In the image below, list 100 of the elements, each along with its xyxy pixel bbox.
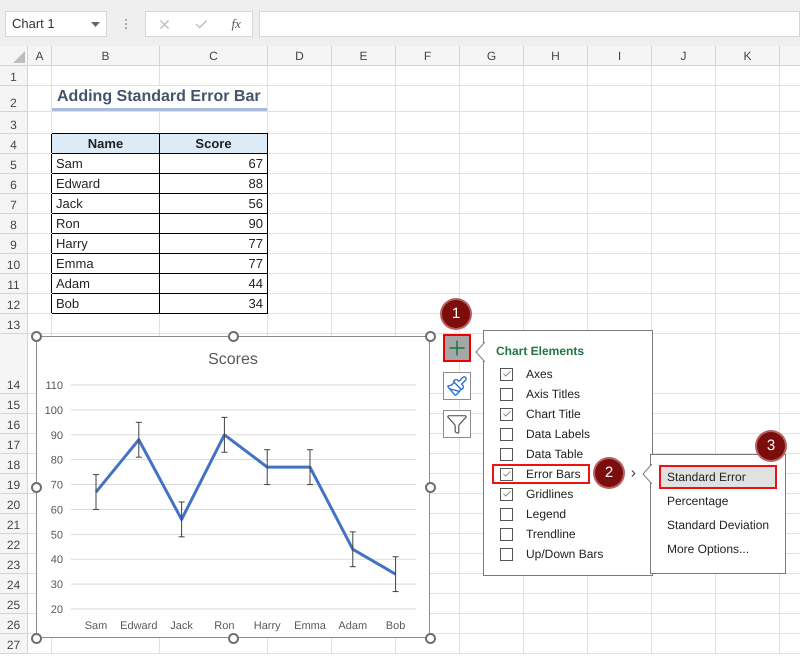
table-header-cell: Name [52, 134, 159, 153]
row-header[interactable]: 12 [0, 294, 28, 313]
checkbox[interactable] [500, 388, 513, 400]
row-header[interactable]: 8 [0, 214, 28, 233]
row-header[interactable]: 15 [0, 394, 28, 413]
row-header[interactable]: 16 [0, 414, 28, 433]
table-header-cell: Score [160, 134, 267, 153]
resize-handle[interactable] [228, 330, 238, 342]
check-icon [502, 369, 512, 379]
row-header[interactable]: 14 [0, 334, 28, 393]
step-badge: 1 [442, 300, 470, 328]
step-badge: 2 [595, 459, 623, 487]
name-box[interactable]: Chart 1 [5, 11, 107, 37]
checkbox[interactable] [500, 488, 513, 500]
axis-label: 80 [50, 454, 63, 467]
panel-title: Chart Elements [495, 343, 586, 359]
column-header[interactable]: A [28, 46, 52, 66]
checkbox[interactable] [500, 408, 513, 420]
row-header[interactable]: 26 [0, 614, 28, 633]
error-bar [349, 531, 356, 568]
chart-element-option[interactable]: Data Table [492, 444, 592, 464]
column-header[interactable]: B [52, 46, 160, 66]
axis-label: 30 [50, 579, 63, 592]
chart-filters-button[interactable] [443, 410, 471, 438]
checkbox[interactable] [500, 548, 513, 560]
error-bar [392, 556, 400, 592]
chart-area[interactable]: Scores 20 30 40 50 60 70 80 90 100 110 Sam Edward Jack Ron Harry Emma Adam Bob [36, 336, 430, 638]
column-header[interactable]: E [332, 46, 396, 66]
axis-label: 50 [50, 529, 63, 542]
checkbox[interactable] [500, 528, 513, 540]
column-header[interactable]: K [716, 46, 780, 66]
chart-element-option[interactable]: Up/Down Bars [492, 544, 612, 564]
error-bar [220, 416, 228, 453]
row-header[interactable]: 9 [0, 234, 28, 253]
row-header[interactable]: 6 [0, 174, 28, 193]
chart-styles-button[interactable] [443, 372, 471, 400]
row-header[interactable]: 11 [0, 274, 28, 293]
axis-label: 70 [50, 480, 63, 492]
axis-label: 40 [50, 554, 63, 566]
submenu-item[interactable]: Percentage [659, 489, 777, 513]
row-header[interactable]: 10 [0, 254, 28, 273]
column-header[interactable]: C [160, 46, 268, 66]
chart-element-option[interactable]: Axis Titles [492, 384, 590, 404]
row-header[interactable]: 4 [0, 134, 28, 153]
row-header[interactable]: 21 [0, 514, 28, 533]
row-header[interactable]: 17 [0, 434, 28, 453]
checkbox[interactable] [500, 508, 513, 520]
checkbox[interactable] [500, 468, 513, 480]
checkbox[interactable] [500, 448, 513, 460]
resize-handle[interactable] [30, 330, 42, 342]
column-header[interactable]: F [396, 46, 460, 66]
axis-label: 110 [45, 380, 63, 392]
dropdown-caret-icon [91, 22, 100, 26]
row-header[interactable]: 5 [0, 154, 28, 173]
chart-element-option[interactable]: Trendline [492, 524, 590, 544]
row-header[interactable]: 22 [0, 534, 28, 553]
chart-element-option[interactable]: Data Labels [492, 424, 598, 444]
insert-function-button[interactable]: fx [232, 14, 241, 34]
chart-element-option[interactable]: Legend [492, 504, 590, 524]
resize-handle[interactable] [30, 482, 42, 492]
axis-label: Harry [254, 620, 281, 632]
row-header[interactable]: 7 [0, 194, 28, 213]
row-header[interactable]: 25 [0, 594, 28, 613]
submenu-item[interactable]: Standard Deviation [659, 513, 777, 537]
chart-element-option[interactable]: Chart Title [492, 404, 590, 424]
row-header[interactable]: 18 [0, 454, 28, 473]
row-header[interactable]: 23 [0, 554, 28, 573]
row-header[interactable]: 13 [0, 314, 28, 333]
row-header[interactable]: 1 [0, 66, 28, 85]
checkbox[interactable] [500, 368, 513, 380]
column-header[interactable]: G [460, 46, 524, 66]
error-bar [264, 449, 271, 486]
paintbrush-icon [446, 375, 468, 397]
row-header[interactable]: 3 [0, 112, 28, 133]
column-header[interactable]: J [652, 46, 716, 66]
axis-label: 90 [50, 430, 63, 442]
submenu-item[interactable]: More Options... [659, 537, 777, 561]
row-header[interactable]: 27 [0, 634, 28, 653]
chart-element-option[interactable]: Error Bars [492, 464, 590, 484]
column-header[interactable]: D [268, 46, 332, 66]
axis-label: Jack [170, 620, 193, 632]
row-header[interactable]: 19 [0, 474, 28, 493]
column-header[interactable]: I [588, 46, 652, 66]
resize-handle[interactable] [424, 330, 436, 342]
formula-field[interactable] [259, 11, 800, 37]
row-header[interactable]: 24 [0, 574, 28, 593]
axis-label: Emma [294, 620, 326, 632]
error-bar [92, 474, 100, 510]
checkbox[interactable] [500, 428, 513, 440]
column-header[interactable]: H [524, 46, 588, 66]
chart-element-option[interactable]: Gridlines [492, 484, 590, 504]
axis-label: Bob [386, 620, 406, 632]
axis-label: Adam [338, 620, 368, 632]
step-badge: 3 [757, 432, 785, 460]
resize-handle[interactable] [30, 632, 42, 644]
filter-icon [446, 413, 468, 435]
chart-element-option[interactable]: Axes [492, 364, 590, 384]
row-header[interactable]: 20 [0, 494, 28, 513]
row-header[interactable]: 2 [0, 86, 28, 111]
submenu-item[interactable]: Standard Error [659, 465, 777, 489]
